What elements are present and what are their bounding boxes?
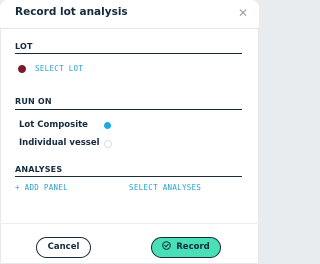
analyses-divider [15, 176, 242, 177]
record-button[interactable]: Record [151, 237, 221, 258]
select-lot-button[interactable]: SELECT LOT [15, 63, 135, 75]
run-on-option-lot-composite[interactable]: Lot Composite [19, 120, 88, 130]
run-on-divider [15, 109, 242, 110]
lot-color-dot-icon [18, 65, 26, 73]
close-icon[interactable]: ✕ [235, 5, 251, 21]
run-on-section-label: RUN ON [15, 97, 52, 106]
select-analyses-button[interactable]: SELECT ANALYSES [129, 183, 201, 192]
lot-divider [15, 53, 242, 54]
modal-header: Record lot analysis ✕ [0, 0, 259, 29]
select-lot-label: SELECT LOT [35, 64, 84, 73]
individual-vessel-radio[interactable] [104, 140, 112, 148]
record-lot-analysis-modal: Record lot analysis ✕ LOT SELECT LOT RUN… [0, 0, 259, 264]
cancel-button[interactable]: Cancel [36, 237, 91, 258]
record-button-label: Record [176, 242, 210, 252]
add-panel-button[interactable]: + ADD PANEL [15, 183, 68, 192]
lot-section-label: LOT [15, 42, 33, 51]
modal-title: Record lot analysis [15, 6, 128, 18]
lot-composite-radio[interactable] [104, 122, 111, 129]
analyses-section-label: ANALYSES [15, 165, 63, 174]
footer-divider [0, 223, 259, 224]
cancel-button-label: Cancel [47, 242, 80, 252]
check-circle-icon [162, 241, 172, 250]
run-on-option-individual-vessel[interactable]: Individual vessel [19, 138, 100, 148]
